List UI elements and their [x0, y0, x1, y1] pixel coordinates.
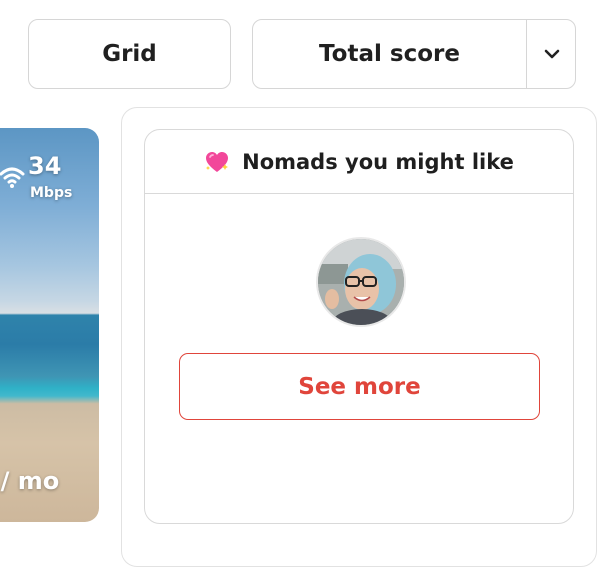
wifi-icon — [0, 162, 26, 190]
cost-per-month: l / mo — [0, 467, 60, 495]
avatar[interactable] — [316, 237, 406, 327]
see-more-label: See more — [298, 373, 421, 400]
internet-speed-value: 34 — [28, 152, 62, 180]
sparkling-heart-icon — [206, 151, 229, 172]
nomads-card: Nomads you might like See more — [144, 129, 574, 524]
nomads-card-title: Nomads you might like — [242, 149, 514, 174]
nomads-card-header: Nomads you might like — [145, 130, 573, 194]
city-card[interactable]: 34 Mbps l / mo — [0, 128, 99, 522]
internet-speed-unit: Mbps — [30, 185, 73, 201]
see-more-button[interactable]: See more — [179, 353, 540, 420]
sort-dropdown[interactable]: Total score — [252, 19, 576, 89]
sort-label: Total score — [319, 41, 460, 67]
chevron-down-icon[interactable] — [527, 20, 577, 88]
grid-view-button[interactable]: Grid — [28, 19, 231, 89]
grid-view-label: Grid — [102, 41, 157, 67]
